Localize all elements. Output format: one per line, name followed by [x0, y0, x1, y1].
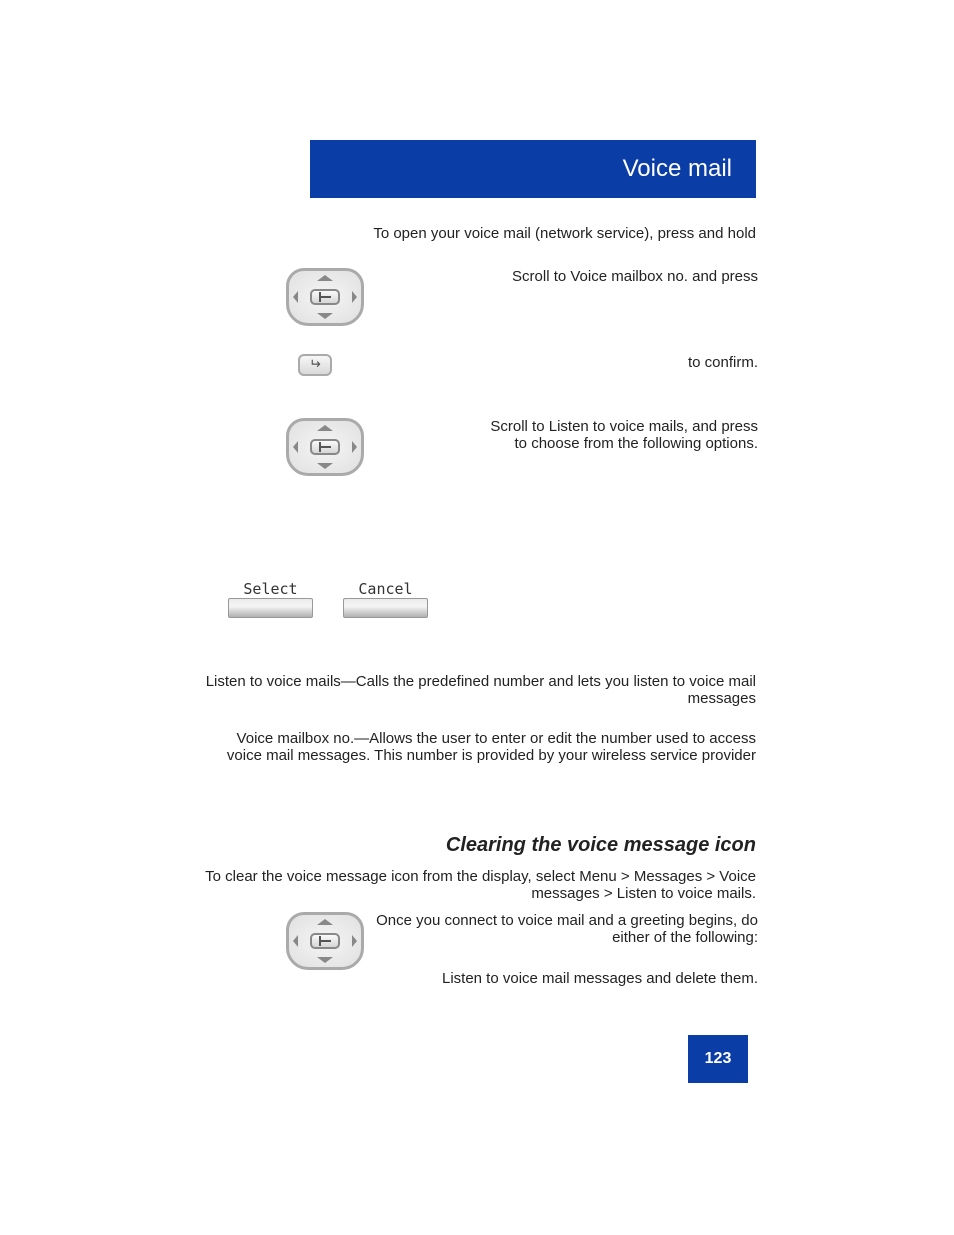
bullet-mailbox-no: Voice mailbox no.—Allows the user to ent…	[198, 730, 756, 764]
arrow-down-icon	[317, 463, 333, 469]
arrow-up-icon	[317, 919, 333, 925]
softkey-right-group: Cancel	[343, 580, 428, 618]
step-4-text: Once you connect to voice mail and a gre…	[368, 912, 758, 987]
arrow-right-icon	[352, 291, 357, 303]
softkey-diagram: Select Cancel	[228, 580, 428, 618]
intro-text: To open your voice mail (network service…	[198, 225, 756, 242]
navigation-pad-icon	[286, 912, 364, 970]
page-number: 123	[688, 1049, 748, 1068]
center-enter-icon	[310, 933, 340, 949]
section-banner: Voice mail	[310, 140, 756, 198]
softkey-left-group: Select	[228, 580, 313, 618]
softkey-right-label: Cancel	[343, 580, 428, 598]
center-enter-icon	[310, 289, 340, 305]
navigation-pad-icon	[286, 268, 364, 326]
step-3-line1: Scroll to Listen to voice mails, and pre…	[368, 418, 758, 435]
step-1-text: Scroll to Voice mailbox no. and press	[368, 268, 758, 285]
page-number-badge: 123	[688, 1035, 748, 1083]
page-content: Voice mail To open your voice mail (netw…	[0, 0, 954, 1235]
softkey-right-button	[343, 598, 428, 618]
arrow-right-icon	[352, 935, 357, 947]
arrow-right-icon	[352, 441, 357, 453]
section-2-heading: Clearing the voice message icon	[198, 834, 756, 857]
step-3-text: Scroll to Listen to voice mails, and pre…	[368, 418, 758, 452]
step-4-line1: Once you connect to voice mail and a gre…	[368, 912, 758, 946]
center-enter-icon	[310, 439, 340, 455]
arrow-up-icon	[317, 425, 333, 431]
arrow-left-icon	[293, 291, 298, 303]
arrow-down-icon	[317, 957, 333, 963]
arrow-left-icon	[293, 441, 298, 453]
enter-key-icon	[298, 354, 332, 376]
step-3-line2: to choose from the following options.	[368, 435, 758, 452]
banner-title: Voice mail	[623, 155, 732, 182]
softkey-left-label: Select	[228, 580, 313, 598]
step-2-text: to confirm.	[368, 354, 758, 371]
arrow-up-icon	[317, 275, 333, 281]
section-2-intro: To clear the voice message icon from the…	[198, 868, 756, 902]
arrow-down-icon	[317, 313, 333, 319]
arrow-left-icon	[293, 935, 298, 947]
bullet-listen: Listen to voice mails—Calls the predefin…	[198, 673, 756, 707]
step-4-line2: Listen to voice mail messages and delete…	[368, 970, 758, 987]
softkey-left-button	[228, 598, 313, 618]
navigation-pad-icon	[286, 418, 364, 476]
